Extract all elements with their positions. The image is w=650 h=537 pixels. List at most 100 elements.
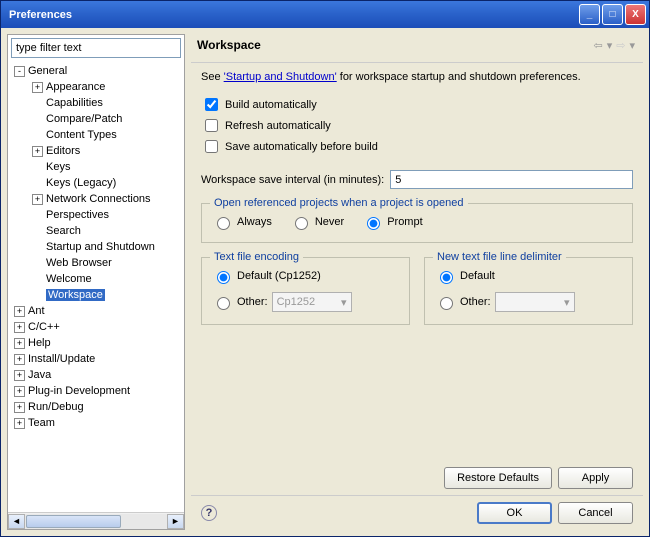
- tree-item-label: Plug-in Development: [28, 385, 130, 397]
- startup-shutdown-link[interactable]: 'Startup and Shutdown': [224, 71, 337, 83]
- tree-item[interactable]: Compare/Patch: [8, 111, 184, 127]
- horizontal-scrollbar[interactable]: ◄ ►: [8, 512, 184, 529]
- preferences-window: Preferences _ □ X -General+AppearanceCap…: [0, 0, 650, 537]
- tree-item[interactable]: Perspectives: [8, 207, 184, 223]
- dropdown-icon[interactable]: ▾: [607, 39, 613, 52]
- chevron-down-icon: ▾: [564, 296, 570, 309]
- chevron-down-icon: ▾: [341, 296, 347, 309]
- tree-branch-icon: [32, 226, 43, 237]
- scroll-left-icon[interactable]: ◄: [8, 514, 25, 529]
- delimiter-other-radio[interactable]: Other: ▾: [435, 292, 622, 312]
- tree-item[interactable]: Workspace: [8, 287, 184, 303]
- minimize-button[interactable]: _: [579, 4, 600, 25]
- description: See 'Startup and Shutdown' for workspace…: [201, 71, 633, 83]
- tree-item-label: Appearance: [46, 81, 105, 93]
- save-interval-input[interactable]: [390, 170, 633, 189]
- prompt-radio[interactable]: Prompt: [362, 214, 422, 230]
- expand-icon[interactable]: +: [32, 82, 43, 93]
- tree-item[interactable]: +Run/Debug: [8, 399, 184, 415]
- expand-icon[interactable]: +: [14, 402, 25, 413]
- tree-item[interactable]: Startup and Shutdown: [8, 239, 184, 255]
- expand-icon[interactable]: +: [14, 338, 25, 349]
- encoding-other-radio[interactable]: Other: Cp1252▾: [212, 292, 399, 312]
- cancel-button[interactable]: Cancel: [558, 502, 633, 524]
- tree-item[interactable]: Keys: [8, 159, 184, 175]
- tree-panel: -General+AppearanceCapabilitiesCompare/P…: [7, 34, 185, 530]
- filter-input[interactable]: [11, 38, 181, 58]
- tree-item-label: Ant: [28, 305, 45, 317]
- delimiter-group: New text file line delimiter Default Oth…: [424, 257, 633, 325]
- tree-item-label: Perspectives: [46, 209, 109, 221]
- expand-icon[interactable]: +: [14, 386, 25, 397]
- encoding-select: Cp1252▾: [272, 292, 352, 312]
- expand-icon[interactable]: +: [14, 306, 25, 317]
- tree-item[interactable]: +C/C++: [8, 319, 184, 335]
- expand-icon[interactable]: +: [14, 322, 25, 333]
- tree-item-label: Compare/Patch: [46, 113, 122, 125]
- never-radio[interactable]: Never: [290, 214, 344, 230]
- tree-item[interactable]: +Help: [8, 335, 184, 351]
- expand-icon[interactable]: +: [14, 370, 25, 381]
- tree-item[interactable]: +Java: [8, 367, 184, 383]
- tree-item-label: Help: [28, 337, 51, 349]
- tree-item-label: General: [28, 65, 67, 77]
- tree-item-label: Workspace: [46, 289, 105, 301]
- tree-branch-icon: [32, 242, 43, 253]
- tree-item-label: Network Connections: [46, 193, 151, 205]
- scrollbar-thumb[interactable]: [26, 515, 121, 528]
- forward-icon: ⇨: [616, 39, 625, 52]
- save-automatically-checkbox[interactable]: Save automatically before build: [201, 137, 633, 156]
- tree-item[interactable]: Web Browser: [8, 255, 184, 271]
- titlebar: Preferences _ □ X: [1, 1, 649, 28]
- tree-branch-icon: [32, 178, 43, 189]
- tree-item-label: Keys (Legacy): [46, 177, 116, 189]
- page-title: Workspace: [197, 38, 594, 52]
- tree-item[interactable]: +Install/Update: [8, 351, 184, 367]
- tree-item[interactable]: Search: [8, 223, 184, 239]
- maximize-button[interactable]: □: [602, 4, 623, 25]
- tree-branch-icon: [32, 98, 43, 109]
- tree-item[interactable]: +Network Connections: [8, 191, 184, 207]
- tree-item[interactable]: +Ant: [8, 303, 184, 319]
- tree-item[interactable]: +Team: [8, 415, 184, 431]
- ok-button[interactable]: OK: [477, 502, 552, 524]
- expand-icon[interactable]: +: [14, 418, 25, 429]
- tree-branch-icon: [32, 114, 43, 125]
- tree-item-label: Run/Debug: [28, 401, 84, 413]
- delimiter-default-radio[interactable]: Default: [435, 268, 622, 284]
- tree-item[interactable]: Content Types: [8, 127, 184, 143]
- expand-icon[interactable]: +: [14, 354, 25, 365]
- refresh-automatically-checkbox[interactable]: Refresh automatically: [201, 116, 633, 135]
- encoding-default-radio[interactable]: Default (Cp1252): [212, 268, 399, 284]
- close-button[interactable]: X: [625, 4, 646, 25]
- dropdown-icon: ▾: [629, 39, 635, 52]
- tree-item-label: Capabilities: [46, 97, 103, 109]
- tree-item[interactable]: Capabilities: [8, 95, 184, 111]
- open-referenced-group: Open referenced projects when a project …: [201, 203, 633, 243]
- tree-item[interactable]: +Appearance: [8, 79, 184, 95]
- expand-icon[interactable]: +: [32, 146, 43, 157]
- tree-item[interactable]: Welcome: [8, 271, 184, 287]
- tree-branch-icon: [32, 258, 43, 269]
- tree-item[interactable]: +Plug-in Development: [8, 383, 184, 399]
- collapse-icon[interactable]: -: [14, 66, 25, 77]
- content-panel: Workspace ⇦▾ ⇨▾ See 'Startup and Shutdow…: [191, 34, 643, 530]
- back-icon[interactable]: ⇦: [594, 39, 603, 52]
- tree-item[interactable]: Keys (Legacy): [8, 175, 184, 191]
- build-automatically-checkbox[interactable]: Build automatically: [201, 95, 633, 114]
- help-icon[interactable]: ?: [201, 505, 217, 521]
- expand-icon[interactable]: +: [32, 194, 43, 205]
- tree-branch-icon: [32, 210, 43, 221]
- tree-branch-icon: [32, 290, 43, 301]
- restore-defaults-button[interactable]: Restore Defaults: [444, 467, 552, 489]
- tree-item-label: Java: [28, 369, 51, 381]
- tree-item-label: Content Types: [46, 129, 117, 141]
- scroll-right-icon[interactable]: ►: [167, 514, 184, 529]
- preferences-tree[interactable]: -General+AppearanceCapabilitiesCompare/P…: [8, 61, 184, 512]
- tree-item[interactable]: +Editors: [8, 143, 184, 159]
- always-radio[interactable]: Always: [212, 214, 272, 230]
- save-interval-label: Workspace save interval (in minutes):: [201, 174, 384, 186]
- tree-item-label: C/C++: [28, 321, 60, 333]
- apply-button[interactable]: Apply: [558, 467, 633, 489]
- tree-item[interactable]: -General: [8, 63, 184, 79]
